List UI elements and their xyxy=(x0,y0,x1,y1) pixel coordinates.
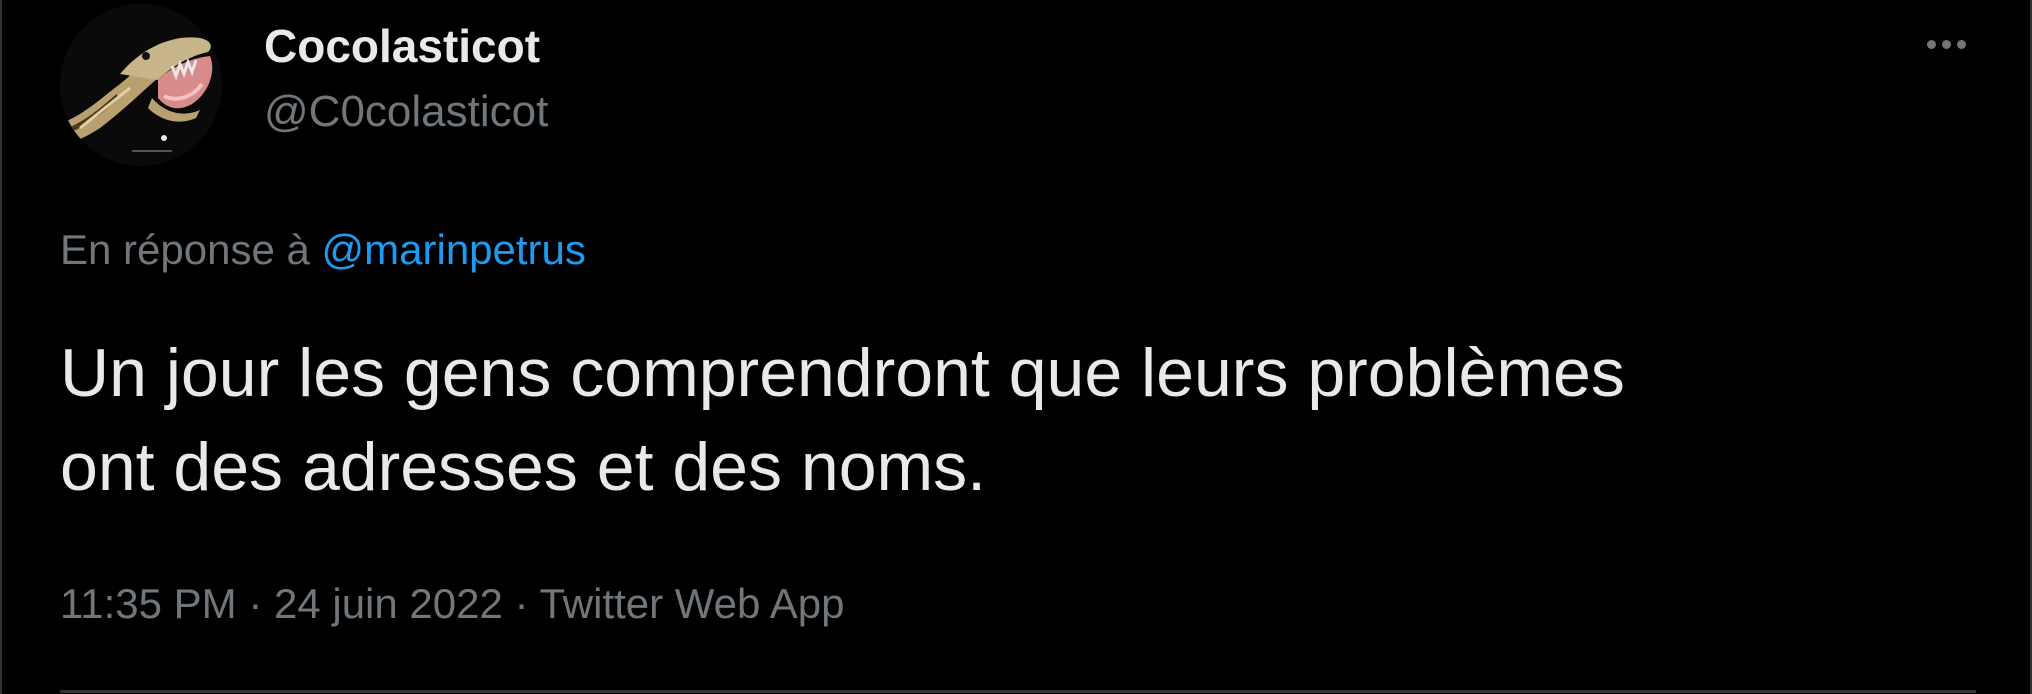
reply-prefix: En réponse à xyxy=(60,226,322,273)
reply-mention-link[interactable]: @marinpetrus xyxy=(322,226,586,273)
avatar[interactable] xyxy=(60,4,222,166)
tweet-text: Un jour les gens comprendront que leurs … xyxy=(60,326,1960,514)
reply-context: En réponse à @marinpetrus xyxy=(60,224,586,276)
author-display-name[interactable]: Cocolasticot xyxy=(264,18,540,74)
more-options-button[interactable] xyxy=(1912,18,1980,70)
tweet-text-line: Un jour les gens comprendront que leurs … xyxy=(60,335,1625,411)
tweet-source[interactable]: Twitter Web App xyxy=(539,580,844,627)
tweet-date[interactable]: 24 juin 2022 xyxy=(274,580,503,627)
snake-avatar-icon xyxy=(60,4,222,166)
tweet-card: Cocolasticot @C0colasticot En réponse à … xyxy=(0,0,2032,694)
tweet-time[interactable]: 11:35 PM xyxy=(60,580,237,627)
tweet-text-line: ont des adresses et des noms. xyxy=(60,429,987,505)
meta-separator: · xyxy=(236,580,274,627)
more-dots-icon xyxy=(1926,39,1936,49)
author-handle[interactable]: @C0colasticot xyxy=(264,86,548,138)
more-dots-icon xyxy=(1956,39,1966,49)
divider xyxy=(60,690,1976,693)
more-dots-icon xyxy=(1941,39,1951,49)
meta-separator: · xyxy=(502,580,540,627)
tweet-metadata: 11:35 PM · 24 juin 2022 · Twitter Web Ap… xyxy=(60,576,844,632)
